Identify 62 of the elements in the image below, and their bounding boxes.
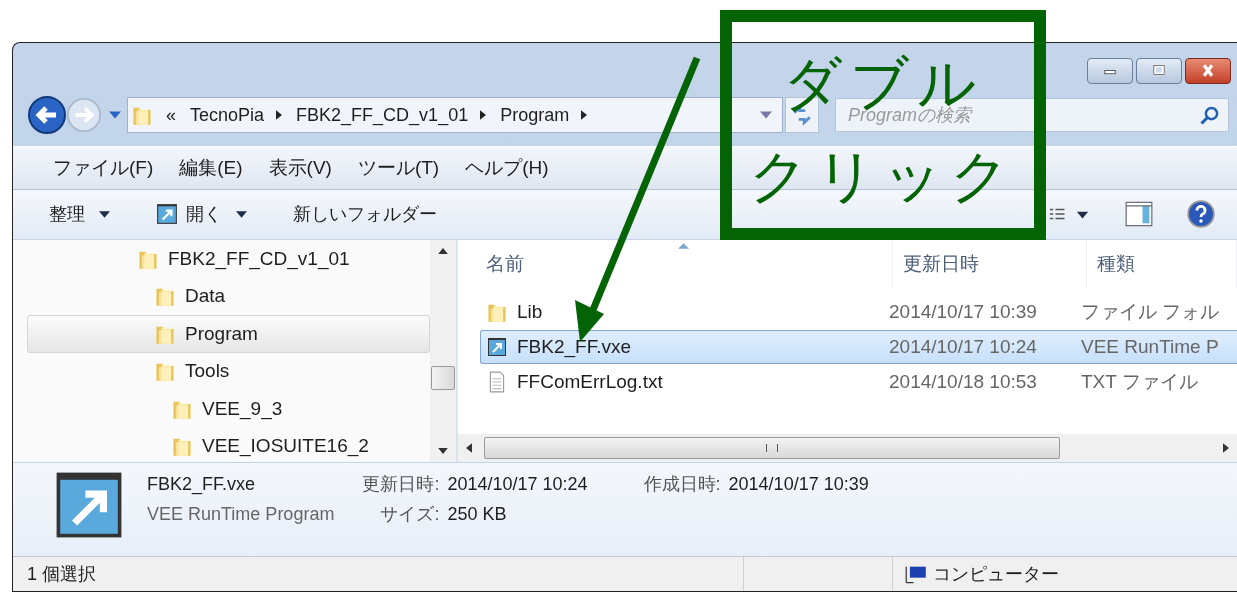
dropdown-icon[interactable] xyxy=(760,111,772,120)
file-row[interactable]: FFComErrLog.txt 2014/10/18 10:53 TXT ファイル xyxy=(480,365,1237,400)
callout-text: クリック xyxy=(749,146,1017,205)
scroll-left-icon[interactable] xyxy=(466,443,472,454)
location-label: コンピューター xyxy=(933,563,1059,587)
chevron-icon[interactable] xyxy=(480,110,487,121)
property-label: 更新日時: xyxy=(362,473,440,497)
file-row[interactable]: Lib 2014/10/17 10:39 ファイル フォル xyxy=(480,295,1237,330)
file-type: VEE RunTime Program xyxy=(147,503,335,525)
file-row[interactable]: FBK2_FF.vxe 2014/10/17 10:24 VEE RunTime P xyxy=(480,330,1237,365)
column-header[interactable]: 更新日時 xyxy=(893,240,1087,289)
property-value: 2014/10/17 10:39 xyxy=(728,473,869,495)
maximize-button[interactable] xyxy=(1136,57,1182,84)
minimize-button[interactable] xyxy=(1087,57,1133,84)
scrollbar[interactable] xyxy=(430,240,456,463)
new-folder-button[interactable]: 新しいフォルダー xyxy=(287,198,443,231)
open-button[interactable]: 開く xyxy=(150,198,253,231)
tree-item[interactable]: VEE_IOSUITE16_2 xyxy=(27,427,430,466)
chevron-icon[interactable] xyxy=(276,110,283,121)
breadcrumb[interactable]: TecnoPia xyxy=(190,104,265,126)
computer-icon xyxy=(905,564,927,585)
column-header[interactable]: 種類 xyxy=(1087,240,1237,289)
history-dropdown-icon[interactable] xyxy=(109,111,121,120)
scroll-up-icon[interactable] xyxy=(438,248,448,255)
scroll-thumb[interactable] xyxy=(431,366,455,391)
property-label: 作成日時: xyxy=(643,473,721,497)
search-icon xyxy=(1199,106,1219,127)
program-icon xyxy=(156,203,178,226)
property-value: 250 KB xyxy=(447,503,508,525)
address-bar[interactable]: « TecnoPia FBK2_FF_CD_v1_01 Program xyxy=(127,97,783,134)
preview-pane-icon[interactable] xyxy=(1125,201,1153,228)
scroll-down-icon[interactable] xyxy=(438,448,448,455)
breadcrumb[interactable]: Program xyxy=(500,104,570,126)
text-file-icon xyxy=(487,371,507,394)
tree-item[interactable]: FBK2_FF_CD_v1_01 xyxy=(27,240,430,278)
caret-icon xyxy=(236,210,247,218)
scroll-right-icon[interactable] xyxy=(1223,443,1229,454)
breadcrumb[interactable]: FBK2_FF_CD_v1_01 xyxy=(296,104,469,126)
property-value: 2014/10/17 10:24 xyxy=(447,473,588,495)
help-icon[interactable] xyxy=(1187,200,1215,229)
tree-item[interactable]: Tools xyxy=(27,352,430,391)
tree-item[interactable]: VEE_9_3 xyxy=(27,390,430,428)
property-label: サイズ: xyxy=(379,503,440,527)
organize-button[interactable]: 整理 xyxy=(43,198,116,231)
menu-item[interactable]: 編集(E) xyxy=(179,154,243,181)
tree-item[interactable]: Data xyxy=(27,277,430,316)
caret-icon xyxy=(99,210,110,218)
scroll-thumb[interactable] xyxy=(484,437,1060,460)
file-name: FBK2_FF.vxe xyxy=(147,473,257,495)
menu-item[interactable]: ヘルプ(H) xyxy=(465,154,549,181)
scrollbar[interactable] xyxy=(458,434,1237,463)
overflow-marker[interactable]: « xyxy=(166,104,176,126)
back-button[interactable] xyxy=(27,95,67,136)
menu-item[interactable]: ツール(T) xyxy=(357,154,440,181)
menu-item[interactable]: 表示(V) xyxy=(268,154,332,181)
tree-item[interactable]: Program xyxy=(27,315,430,353)
close-button[interactable] xyxy=(1185,57,1231,84)
selection-count: 1 個選択 xyxy=(13,557,744,591)
menu-item[interactable]: ファイル(F) xyxy=(53,154,154,181)
chevron-icon[interactable] xyxy=(581,110,588,121)
column-header[interactable]: 名前 xyxy=(458,240,893,289)
program-icon xyxy=(487,336,507,359)
